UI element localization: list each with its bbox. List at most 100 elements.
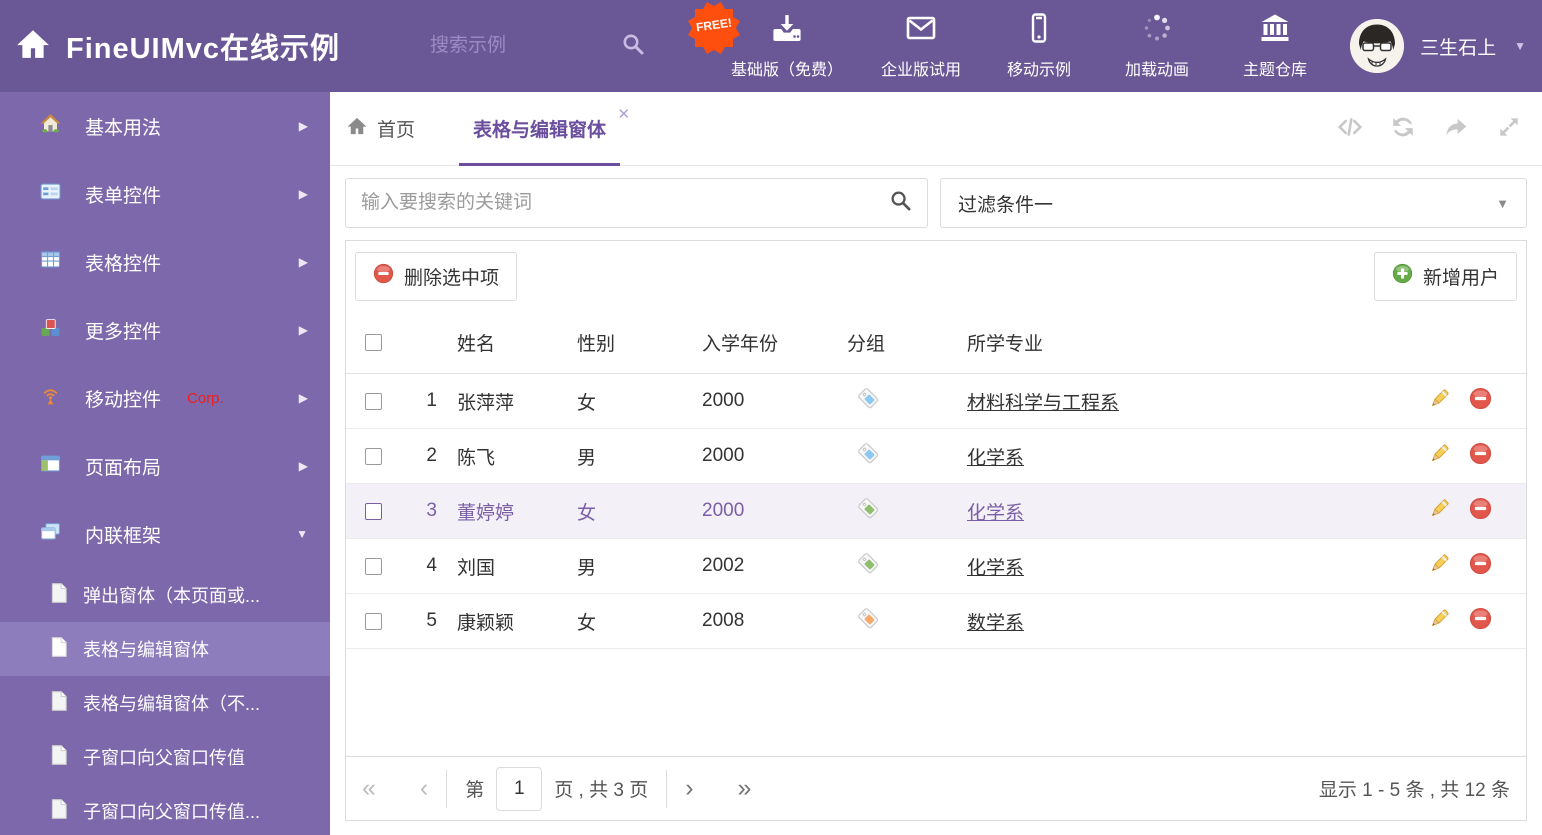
major-link[interactable]: 数学系	[967, 613, 1024, 634]
nav-item-enterprise-trial[interactable]: 企业版试用	[862, 12, 980, 80]
major-link[interactable]: 化学系	[967, 503, 1024, 524]
nav-item-mobile-demo[interactable]: 移动示例	[980, 12, 1098, 80]
row-checkbox[interactable]	[365, 447, 382, 465]
content: 过滤条件一 ▼ 删除选中项 新增用户	[330, 166, 1542, 821]
logo[interactable]: FineUIMvc在线示例	[16, 0, 340, 92]
file-icon	[48, 582, 70, 609]
bank-icon	[1259, 12, 1291, 49]
filter-dropdown[interactable]: 过滤条件一 ▼	[940, 178, 1527, 228]
nav-item-theme-repo[interactable]: 主题仓库	[1216, 12, 1334, 80]
nav-item-loading-animation[interactable]: 加载动画	[1098, 12, 1216, 80]
edit-icon[interactable]	[1428, 442, 1451, 471]
tab-active-label: 表格与编辑窗体	[473, 120, 607, 141]
row-number: 2	[426, 445, 437, 466]
sidebar-item-mobile-controls[interactable]: 移动控件 Corp. ▶	[0, 364, 330, 432]
row-checkbox[interactable]	[365, 502, 382, 520]
sidebar-item-label: 内联框架	[85, 525, 162, 547]
tab-home-label: 首页	[377, 120, 416, 141]
tag-icon	[857, 497, 880, 520]
page-number-input[interactable]	[496, 766, 543, 811]
sidebar-subitem-label: 表格与编辑窗体（不...	[83, 694, 261, 714]
cell-gender: 女	[577, 612, 597, 634]
major-link[interactable]: 化学系	[967, 558, 1024, 579]
form-icon	[40, 181, 61, 208]
tab-grid-edit-window[interactable]: 表格与编辑窗体 ✕	[459, 92, 630, 166]
pagination-bar: « ‹ 第 页 , 共 3 页 › » 显示 1 - 5 条 , 共 12 条	[346, 756, 1526, 820]
sidebar-subitem-grid-edit-window[interactable]: 表格与编辑窗体	[0, 622, 330, 676]
col-year: 入学年份	[702, 333, 779, 355]
user-menu[interactable]: 三生石上 ▼	[1350, 0, 1526, 92]
row-checkbox[interactable]	[365, 557, 382, 575]
main-area: 首页 表格与编辑窗体 ✕ 输入要搜索的关键词 过滤条件一 ▼ 删除选中项 新增用…	[330, 92, 1542, 835]
delete-icon[interactable]	[1469, 552, 1492, 581]
row-number: 5	[426, 610, 437, 631]
sidebar-item-page-layout[interactable]: 页面布局 ▶	[0, 432, 330, 500]
sidebar-subitem-popup-window[interactable]: 弹出窗体（本页面或...	[0, 568, 330, 622]
close-icon[interactable]: ✕	[617, 105, 630, 123]
edit-icon[interactable]	[1428, 497, 1451, 526]
keyword-search-input[interactable]	[361, 192, 889, 214]
sidebar-subitem-child-to-parent[interactable]: 子窗口向父窗口传值	[0, 730, 330, 784]
sidebar-item-inline-frame[interactable]: 内联框架 ▼	[0, 500, 330, 568]
username[interactable]: 三生石上	[1420, 33, 1496, 60]
sidebar-subitem-grid-edit-window-2[interactable]: 表格与编辑窗体（不...	[0, 676, 330, 730]
next-page-icon[interactable]: ›	[685, 776, 693, 801]
table-row[interactable]: 5 康颖颖 女 2008 数学系	[346, 594, 1526, 649]
sidebar-item-more-controls[interactable]: 更多控件 ▶	[0, 296, 330, 364]
home-icon	[347, 116, 367, 142]
sidebar-item-grid-controls[interactable]: 表格控件 ▶	[0, 228, 330, 296]
sidebar-subitem-label: 子窗口向父窗口传值	[83, 748, 245, 768]
file-icon	[48, 690, 70, 717]
edit-icon[interactable]	[1428, 607, 1451, 636]
major-link[interactable]: 材料科学与工程系	[967, 393, 1119, 414]
delete-icon[interactable]	[1469, 607, 1492, 636]
chevron-right-icon: ▶	[298, 459, 308, 473]
caret-down-icon[interactable]: ▼	[1514, 39, 1526, 53]
refresh-icon[interactable]	[1390, 114, 1416, 145]
sidebar-item-basic-usage[interactable]: 基本用法 ▶	[0, 92, 330, 160]
cell-gender: 男	[577, 447, 597, 469]
tab-bar: 首页 表格与编辑窗体 ✕	[330, 92, 1542, 166]
chevron-right-icon: ▶	[298, 255, 308, 269]
delete-icon[interactable]	[1469, 387, 1492, 416]
prev-page-icon[interactable]: ‹	[420, 776, 428, 801]
delete-selected-button[interactable]: 删除选中项	[355, 251, 518, 301]
sidebar-item-form-controls[interactable]: 表单控件 ▶	[0, 160, 330, 228]
file-icon	[48, 798, 70, 825]
antenna-icon	[40, 385, 61, 412]
major-link[interactable]: 化学系	[967, 448, 1024, 469]
search-icon[interactable]	[621, 32, 645, 61]
avatar[interactable]	[1350, 19, 1405, 73]
col-name: 姓名	[457, 333, 496, 355]
keyword-search-box[interactable]	[345, 178, 928, 228]
cell-year: 2002	[702, 555, 745, 576]
table-row-selected[interactable]: 3 董婷婷 女 2000 化学系	[346, 484, 1526, 539]
row-checkbox[interactable]	[365, 612, 382, 630]
table-header-row: 姓名 性别 入学年份 分组 所学专业	[346, 311, 1526, 374]
sidebar-subitem-child-to-parent-2[interactable]: 子窗口向父窗口传值...	[0, 784, 330, 835]
table-row[interactable]: 1 张萍萍 女 2000 材料科学与工程系	[346, 374, 1526, 429]
tab-home[interactable]: 首页	[347, 115, 415, 142]
search-icon[interactable]	[889, 189, 912, 217]
first-page-icon[interactable]: «	[362, 776, 376, 801]
grid-toolbar: 删除选中项 新增用户	[346, 241, 1526, 311]
last-page-icon[interactable]: »	[738, 776, 752, 801]
table-row[interactable]: 2 陈飞 男 2000 化学系	[346, 429, 1526, 484]
expand-icon[interactable]	[1496, 114, 1522, 145]
edit-icon[interactable]	[1428, 387, 1451, 416]
row-checkbox[interactable]	[365, 392, 382, 410]
header-search-input[interactable]	[430, 35, 590, 57]
source-code-icon[interactable]	[1337, 114, 1363, 145]
header-search[interactable]	[430, 0, 645, 92]
chevron-right-icon: ▶	[298, 391, 308, 405]
edit-icon[interactable]	[1428, 552, 1451, 581]
tab-toolbar	[1337, 92, 1522, 166]
add-user-button[interactable]: 新增用户	[1373, 251, 1517, 301]
select-all-checkbox[interactable]	[365, 333, 382, 351]
delete-icon[interactable]	[1469, 497, 1492, 526]
free-badge: FREE!	[687, 1, 741, 55]
share-icon[interactable]	[1443, 114, 1469, 145]
delete-icon[interactable]	[1469, 442, 1492, 471]
table-row[interactable]: 4 刘国 男 2002 化学系	[346, 539, 1526, 594]
cell-name: 董婷婷	[457, 502, 515, 524]
